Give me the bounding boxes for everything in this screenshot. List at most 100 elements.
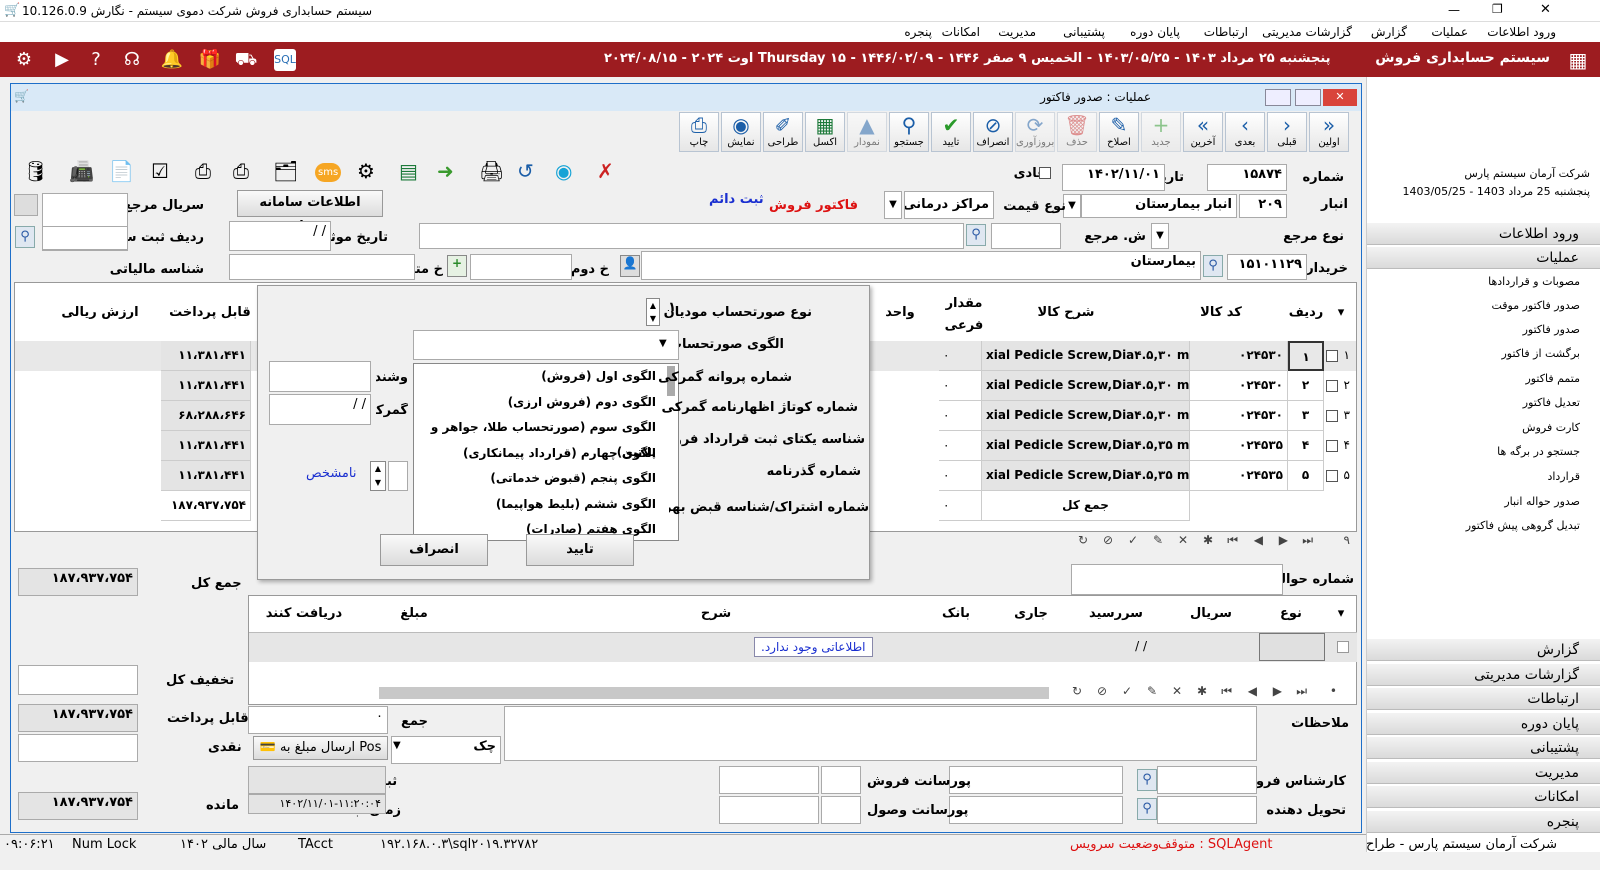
- toolbar-cancel-button[interactable]: ⊘ انصراف: [973, 112, 1013, 152]
- document-icon[interactable]: 📄: [109, 159, 134, 183]
- item-code[interactable]: ۰۲۴۵۳۰: [1190, 401, 1288, 431]
- sidebar-link[interactable]: کارت فروش: [1522, 421, 1580, 434]
- sidebar-link[interactable]: قرارداد: [1547, 470, 1580, 483]
- deliverer-field[interactable]: [1157, 796, 1257, 824]
- item-qty[interactable]: ۰: [939, 461, 982, 491]
- price-type-field[interactable]: مراکز درمانی: [904, 191, 994, 219]
- gear-icon[interactable]: ⚙: [12, 48, 36, 72]
- sidebar-section-admin[interactable]: مدیریت: [1367, 762, 1600, 784]
- sidebar-section-window[interactable]: پنجره: [1367, 811, 1600, 833]
- menu-period-end[interactable]: پایان دوره: [1130, 25, 1180, 39]
- sales-expert-field[interactable]: [1157, 766, 1257, 794]
- date-field[interactable]: ۱۴۰۲/۱۱/۰۱: [1062, 164, 1165, 191]
- cash-field[interactable]: [18, 734, 138, 762]
- sidebar-link[interactable]: متمم فاکتور: [1525, 372, 1580, 385]
- nav-last-icon[interactable]: ⏭: [1296, 684, 1307, 699]
- nav-delete-icon[interactable]: ✕: [1172, 684, 1182, 698]
- nav-refresh-icon[interactable]: ↻: [1072, 684, 1082, 698]
- buyer-name-field[interactable]: بیمارستان: [641, 251, 1201, 280]
- toolbar-chevron-right-button[interactable]: › قبلی: [1267, 112, 1307, 152]
- row-index[interactable]: ۲: [1288, 371, 1324, 401]
- sidebar-section-support[interactable]: پشتیبانی: [1367, 737, 1600, 759]
- commission-pct-1[interactable]: [821, 766, 861, 794]
- item-desc[interactable]: xial Pedicle Screw,Dia۴.۵,۳۰ mm: [982, 401, 1190, 431]
- multi-print-icon[interactable]: 🗂: [273, 159, 298, 183]
- close-button[interactable]: ✕: [1540, 2, 1551, 17]
- binoculars-icon[interactable]: ⚲: [1203, 255, 1223, 277]
- item-payable[interactable]: ۶۸،۲۸۸،۶۴۶: [161, 401, 251, 431]
- row-checkbox[interactable]: [1326, 440, 1338, 452]
- binoculars-icon[interactable]: ⚲: [966, 224, 986, 246]
- type-cell[interactable]: [1259, 633, 1325, 661]
- item-qty[interactable]: ۰: [939, 401, 982, 431]
- second-field[interactable]: [470, 254, 572, 280]
- truck-icon[interactable]: ⛟: [234, 48, 258, 72]
- nav-first-icon[interactable]: ⏮: [1227, 533, 1238, 548]
- sidebar-link[interactable]: صدور فاکتور: [1523, 323, 1580, 336]
- help-icon[interactable]: ?: [84, 48, 108, 72]
- add-icon[interactable]: +: [447, 255, 467, 277]
- toolbar-brush-button[interactable]: ✐ طراحی: [763, 112, 803, 152]
- bell-icon[interactable]: 🔔: [160, 48, 184, 72]
- item-desc[interactable]: xial Pedicle Screw,Dia۴.۵,۳۰ mm: [982, 371, 1190, 401]
- sidebar-section-input[interactable]: ورود اطلاعات: [1367, 223, 1600, 245]
- sidebar-link[interactable]: تعدیل فاکتور: [1523, 396, 1580, 409]
- warehouse-code-field[interactable]: ۲۰۹: [1239, 194, 1287, 218]
- nav-next-icon[interactable]: ▶: [1279, 533, 1288, 547]
- arrow-right-icon[interactable]: ➜: [437, 159, 454, 183]
- menu-mgmt-reports[interactable]: گزارشات مدیریتی: [1262, 25, 1352, 39]
- sidebar-link[interactable]: تبدیل گروهی پیش فاکتور: [1466, 519, 1580, 532]
- toolbar-search-button[interactable]: ⚲ جستجو: [889, 112, 929, 152]
- nav-cancel-icon[interactable]: ⊘: [1103, 533, 1113, 547]
- row-index[interactable]: ۴: [1288, 431, 1324, 461]
- nav-edit-icon[interactable]: ✎: [1147, 684, 1157, 698]
- check-dropdown-icon[interactable]: ▼: [393, 740, 401, 751]
- row-checkbox[interactable]: [1326, 380, 1338, 392]
- item-code[interactable]: ۰۲۴۵۳۰: [1190, 371, 1288, 401]
- sidebar-section-mgmt[interactable]: گزارشات مدیریتی: [1367, 664, 1600, 686]
- collect-commission-field[interactable]: [949, 796, 1123, 824]
- sidebar-section-report[interactable]: گزارش: [1367, 639, 1600, 661]
- stamp-icon[interactable]: 🛢: [23, 159, 48, 183]
- sidebar-link[interactable]: صدور فاکتور موقت: [1491, 299, 1580, 312]
- row-checkbox[interactable]: [1337, 641, 1349, 653]
- item-payable[interactable]: ۱۱،۳۸۱،۴۴۱: [161, 461, 251, 491]
- item-desc[interactable]: xial Pedicle Screw,Dia۴.۵,۳۵ mm: [982, 431, 1190, 461]
- person-icon[interactable]: 👤: [620, 255, 640, 277]
- pattern-option[interactable]: الگوی پنجم (قبوض خدماتی): [414, 466, 678, 492]
- row-index[interactable]: ۵: [1288, 461, 1324, 491]
- menu-window[interactable]: پنجره: [904, 25, 932, 39]
- item-qty[interactable]: ۰: [939, 431, 982, 461]
- minimize-button[interactable]: —: [1448, 3, 1460, 17]
- ref-no-field[interactable]: [991, 223, 1061, 249]
- menu-comm[interactable]: ارتباطات: [1204, 25, 1248, 39]
- sales-commission-field[interactable]: [949, 766, 1123, 794]
- type-field[interactable]: ۱: [658, 298, 680, 326]
- effective-date-field[interactable]: / /: [229, 221, 331, 251]
- toolbar-chevron-left-button[interactable]: ‹ بعدی: [1225, 112, 1265, 152]
- left-field-1[interactable]: [269, 361, 371, 392]
- row-checkbox[interactable]: [1326, 470, 1338, 482]
- item-code[interactable]: ۰۲۴۵۳۵: [1190, 461, 1288, 491]
- checklist-icon[interactable]: ☑: [151, 159, 169, 183]
- notes-field[interactable]: [504, 706, 1257, 761]
- taxpayer-info-button[interactable]: اطلاعات سامانه مودیان: [237, 190, 383, 234]
- sidebar-link[interactable]: مصوبات و قراردادها: [1488, 275, 1580, 288]
- row-checkbox[interactable]: [1326, 410, 1338, 422]
- menu-admin[interactable]: مدیریت: [998, 25, 1036, 39]
- nav-cancel-icon[interactable]: ⊘: [1097, 684, 1107, 698]
- no-send-icon[interactable]: ✗: [597, 159, 614, 183]
- gift-icon[interactable]: 🎁: [198, 48, 222, 72]
- spinner-icon[interactable]: ▲ ▼: [370, 461, 386, 491]
- buyer-code-field[interactable]: ۱۵۱۰۱۱۲۹: [1227, 254, 1307, 280]
- pattern-option[interactable]: الگوی سوم (صورتحساب طلا، جواهر و پلاتین): [414, 415, 678, 459]
- dropdown-icon[interactable]: ▼: [659, 338, 667, 349]
- toolbar-pencil-button[interactable]: ✎ اصلاح: [1099, 112, 1139, 152]
- toolbar-plus-button[interactable]: + جدید: [1141, 112, 1181, 152]
- horizontal-scrollbar[interactable]: [379, 687, 1049, 699]
- restore-button[interactable]: ❐: [1492, 2, 1503, 16]
- nav-edit-icon[interactable]: ✎: [1153, 533, 1163, 547]
- sidebar-section-comm[interactable]: ارتباطات: [1367, 688, 1600, 710]
- sql-icon[interactable]: SQL: [274, 49, 296, 71]
- ref-type-dropdown-icon[interactable]: ▼: [1151, 223, 1169, 249]
